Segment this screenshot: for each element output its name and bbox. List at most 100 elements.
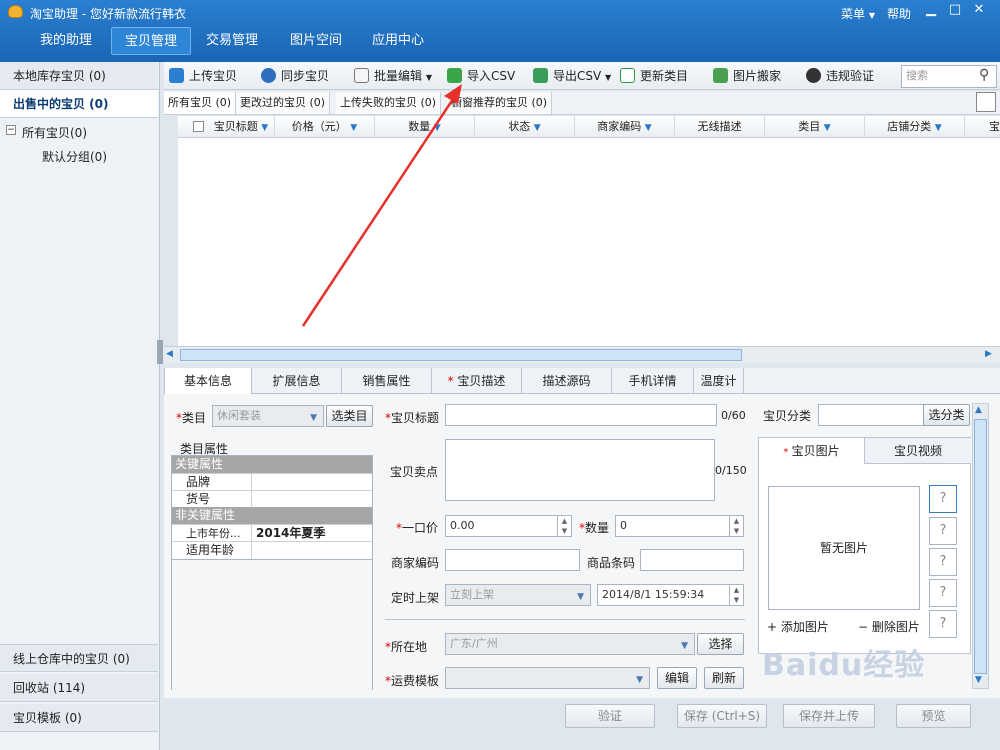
select-shop-category-button[interactable]: 选分类 bbox=[923, 404, 970, 426]
category-label: *类目 bbox=[176, 411, 207, 425]
shipping-template-select[interactable]: ▼ bbox=[445, 667, 650, 689]
tab-thermometer[interactable]: 温度计 bbox=[694, 368, 744, 394]
select-location-button[interactable]: 选择 bbox=[697, 633, 744, 655]
export-csv-button[interactable]: 导出CSV ▼ bbox=[533, 65, 611, 87]
scroll-left-icon[interactable]: ◀ bbox=[166, 349, 173, 359]
schedule-select[interactable]: 立刻上架 ▼ bbox=[445, 584, 591, 606]
col-wireless-desc[interactable]: 无线描述 bbox=[675, 116, 765, 138]
update-category-button[interactable]: 更新类目 bbox=[620, 65, 688, 87]
help-button[interactable]: 帮助 bbox=[887, 5, 911, 22]
tab-basic-info[interactable]: 基本信息 bbox=[164, 368, 252, 394]
minimize-icon[interactable]: ▁ bbox=[922, 2, 940, 18]
verify-button[interactable]: 验证 bbox=[565, 704, 655, 728]
tab-sales-attributes[interactable]: 销售属性 bbox=[342, 368, 432, 394]
nav-trade-management[interactable]: 交易管理 bbox=[198, 27, 266, 55]
menu-button[interactable]: 菜单 ▼ bbox=[841, 5, 875, 22]
category-select[interactable]: 休闲套装 ▼ bbox=[212, 405, 324, 427]
main-image-preview[interactable]: 暂无图片 bbox=[768, 486, 920, 610]
price-input[interactable]: 0.00 ▲ ▼ bbox=[445, 515, 572, 537]
image-slot-3[interactable]: ? bbox=[929, 548, 957, 576]
image-slot-2[interactable]: ? bbox=[929, 517, 957, 545]
column-settings-icon[interactable] bbox=[976, 92, 996, 112]
refresh-shipping-button[interactable]: 刷新 bbox=[704, 667, 744, 689]
horizontal-scrollbar[interactable]: ◀ ▶ bbox=[164, 346, 1000, 363]
search-icon[interactable]: ⚲ bbox=[979, 67, 989, 83]
col-status[interactable]: 状态 ▼ bbox=[475, 116, 575, 138]
col-quantity[interactable]: 数量 ▼ bbox=[375, 116, 475, 138]
upload-item-button[interactable]: 上传宝贝 bbox=[169, 65, 237, 87]
image-move-button[interactable]: 图片搬家 bbox=[713, 65, 781, 87]
image-slot-1[interactable]: ? bbox=[929, 485, 957, 513]
sidebar-item-templates[interactable]: 宝贝模板 (0) bbox=[0, 704, 158, 732]
prop-row-item-no[interactable]: 货号 bbox=[172, 490, 372, 508]
scroll-down-icon[interactable]: ▼ bbox=[975, 675, 982, 685]
barcode-input[interactable] bbox=[640, 549, 744, 571]
select-category-button[interactable]: 选类目 bbox=[326, 405, 373, 427]
import-csv-button[interactable]: 导入CSV bbox=[447, 65, 515, 87]
vertical-scrollbar[interactable]: ▲ ▼ bbox=[972, 403, 989, 689]
tree-default-group[interactable]: 默认分组(0) bbox=[42, 148, 107, 165]
tab-extended-info[interactable]: 扩展信息 bbox=[252, 368, 342, 394]
prop-row-market-year[interactable]: 上市年份... 2014年夏季 bbox=[172, 524, 372, 542]
sync-item-button[interactable]: 同步宝贝 bbox=[261, 65, 329, 87]
col-price[interactable]: 价格（元） ▼ bbox=[275, 116, 375, 138]
nav-picture-space[interactable]: 图片空间 bbox=[282, 27, 350, 55]
edit-shipping-button[interactable]: 编辑 bbox=[657, 667, 697, 689]
tab-upload-failed[interactable]: 上传失败的宝贝 (0) bbox=[336, 92, 442, 114]
tab-description-source[interactable]: 描述源码 bbox=[522, 368, 612, 394]
sidebar-item-local-store[interactable]: 本地库存宝贝 (0) bbox=[0, 62, 158, 90]
spinner-icon[interactable]: ▲ ▼ bbox=[557, 516, 571, 536]
shop-category-input[interactable] bbox=[818, 404, 924, 426]
quantity-input[interactable]: 0 ▲ ▼ bbox=[615, 515, 744, 537]
tree-collapse-icon[interactable]: − bbox=[6, 125, 16, 135]
batch-edit-button[interactable]: 批量编辑 ▼ bbox=[354, 65, 432, 87]
scroll-up-icon[interactable]: ▲ bbox=[975, 405, 982, 415]
nav-item-management[interactable]: 宝贝管理 bbox=[111, 27, 191, 55]
col-merchant-code[interactable]: 商家编码 ▼ bbox=[575, 116, 675, 138]
sidebar-item-online-warehouse[interactable]: 线上仓库中的宝贝 (0) bbox=[0, 644, 158, 672]
image-slot-5[interactable]: ? bbox=[929, 610, 957, 638]
tab-item-description[interactable]: * 宝贝描述 bbox=[432, 368, 522, 394]
select-all-checkbox[interactable] bbox=[193, 121, 204, 132]
col-category[interactable]: 类目 ▼ bbox=[765, 116, 865, 138]
location-select[interactable]: 广东/广州 ▼ bbox=[445, 633, 695, 655]
tab-all-items[interactable]: 所有宝贝 (0) bbox=[164, 92, 237, 114]
violation-check-button[interactable]: 违规验证 bbox=[806, 65, 874, 87]
spinner-icon[interactable]: ▲ ▼ bbox=[729, 516, 743, 536]
tab-window-recommended[interactable]: 橱窗推荐的宝贝 (0) bbox=[447, 92, 553, 114]
nav-app-center[interactable]: 应用中心 bbox=[364, 27, 432, 55]
sidebar-item-on-sale[interactable]: 出售中的宝贝 (0) bbox=[0, 90, 158, 118]
merchant-code-input[interactable] bbox=[445, 549, 580, 571]
preview-button[interactable]: 预览 bbox=[896, 704, 971, 728]
tab-item-images[interactable]: * 宝贝图片 bbox=[759, 438, 865, 464]
scroll-right-icon[interactable]: ▶ bbox=[985, 349, 992, 359]
save-and-upload-button[interactable]: 保存并上传 bbox=[783, 704, 875, 728]
remove-image-button[interactable]: − 删除图片 bbox=[858, 618, 920, 635]
scrollbar-thumb[interactable] bbox=[180, 349, 742, 361]
spinner-icon[interactable]: ▲ ▼ bbox=[729, 585, 743, 605]
scrollbar-thumb[interactable] bbox=[974, 419, 987, 674]
filter-icon: ▼ bbox=[934, 123, 942, 133]
prop-row-brand[interactable]: 品牌 bbox=[172, 473, 372, 491]
maximize-icon[interactable]: □ bbox=[946, 2, 964, 18]
image-slot-4[interactable]: ? bbox=[929, 579, 957, 607]
save-button[interactable]: 保存 (Ctrl+S) bbox=[677, 704, 767, 728]
sidebar-item-recycle[interactable]: 回收站 (114) bbox=[0, 674, 158, 702]
add-image-button[interactable]: + 添加图片 bbox=[767, 618, 829, 635]
col-shop-category[interactable]: 店铺分类 ▼ bbox=[865, 116, 965, 138]
col-title[interactable]: 宝贝标题 ▼ bbox=[208, 116, 275, 138]
nav-my-assistant[interactable]: 我的助理 bbox=[32, 27, 100, 55]
col-more[interactable]: 宝 bbox=[965, 116, 1000, 138]
schedule-time-input[interactable]: 2014/8/1 15:59:34 ▲ ▼ bbox=[597, 584, 744, 606]
panel-splitter[interactable] bbox=[157, 340, 163, 364]
selling-point-textarea[interactable] bbox=[445, 439, 715, 501]
tab-item-video[interactable]: 宝贝视频 bbox=[865, 438, 971, 464]
tab-changed-items[interactable]: 更改过的宝贝 (0) bbox=[236, 92, 331, 114]
item-title-input[interactable] bbox=[445, 404, 717, 426]
item-grid[interactable] bbox=[178, 138, 983, 346]
tab-mobile-detail[interactable]: 手机详情 bbox=[612, 368, 694, 394]
category-properties-table: 关键属性 品牌 货号 非关键属性 上市年份... 2014年夏季 适用年龄 bbox=[171, 455, 373, 560]
tree-all-items[interactable]: 所有宝贝(0) bbox=[22, 124, 87, 141]
close-icon[interactable]: ✕ bbox=[970, 2, 988, 18]
prop-row-age[interactable]: 适用年龄 bbox=[172, 541, 372, 559]
